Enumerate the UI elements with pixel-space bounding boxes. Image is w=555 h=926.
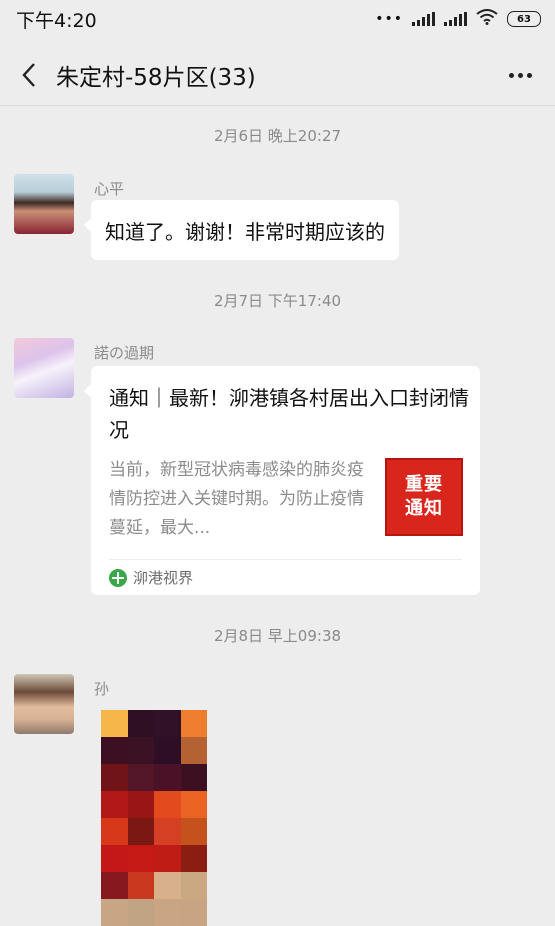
image-pixel (127, 845, 154, 872)
image-pixel (180, 791, 207, 818)
image-pixel (101, 764, 128, 791)
image-pixel (127, 899, 154, 926)
chat-header: 朱定村-58片区(33) (0, 44, 555, 106)
image-pixel (127, 737, 154, 764)
image-pixel (127, 872, 154, 899)
timestamp: 2月8日 早上09:38 (213, 627, 342, 645)
image-pixel (101, 899, 128, 926)
image-pixel (127, 791, 154, 818)
image-pixel (101, 845, 128, 872)
timestamp: 2月7日 下午17:40 (213, 292, 342, 310)
battery-icon: 63 (507, 11, 541, 27)
status-icons: ••• 63 (375, 9, 541, 29)
signal-2-icon (444, 12, 467, 26)
source-logo-icon (109, 568, 127, 587)
image-pixel (101, 818, 128, 845)
more-status-icon: ••• (375, 11, 403, 27)
status-bar: 下午4:20 ••• 63 (0, 0, 555, 38)
image-pixel (154, 764, 181, 791)
avatar[interactable] (14, 674, 74, 734)
timestamp: 2月6日 晚上20:27 (213, 127, 342, 145)
image-pixel (127, 710, 154, 737)
sender-name: 心平 (94, 180, 125, 198)
image-pixel (101, 791, 128, 818)
back-button[interactable] (6, 44, 52, 106)
image-pixel (154, 845, 181, 872)
image-pixel (154, 710, 181, 737)
image-pixel (180, 737, 207, 764)
image-pixel (127, 818, 154, 845)
message-text: 知道了。谢谢！非常时期应该的 (105, 219, 385, 244)
more-options-button[interactable] (503, 58, 537, 92)
image-pixel (154, 791, 181, 818)
image-pixel (180, 845, 207, 872)
message-bubble[interactable]: 知道了。谢谢！非常时期应该的 (84, 200, 399, 260)
image-pixel (154, 899, 181, 926)
image-pixel (101, 872, 128, 899)
image-pixel (154, 818, 181, 845)
source-name: 泖港视界 (133, 569, 194, 587)
article-title: 通知｜最新！泖港镇各村居出入口封闭情况 (109, 386, 469, 442)
thumbnail-text-line1: 重要 (405, 474, 443, 495)
article-description: 当前，新型冠状病毒感染的肺炎疫情防控进入关键时期。为防止疫情蔓延，最大... (109, 460, 364, 538)
article-card[interactable]: 通知｜最新！泖港镇各村居出入口封闭情况 当前，新型冠状病毒感染的肺炎疫情防控进入… (84, 366, 480, 595)
image-pixel (101, 737, 128, 764)
avatar[interactable] (14, 174, 74, 234)
signal-1-icon (412, 12, 435, 26)
image-pixel (127, 764, 154, 791)
chevron-left-icon (22, 62, 35, 87)
image-pixel (101, 710, 128, 737)
image-pixel (154, 872, 181, 899)
sender-name: 孙 (94, 680, 110, 698)
image-pixel (180, 818, 207, 845)
image-pixel (154, 737, 181, 764)
status-time: 下午4:20 (16, 9, 97, 32)
image-pixel (180, 764, 207, 791)
article-source: 泖港视界 (109, 567, 193, 588)
wifi-icon (476, 9, 498, 29)
article-thumbnail: 重要 通知 (385, 458, 463, 536)
image-pixel (180, 872, 207, 899)
sender-name: 諾の過期 (94, 344, 155, 362)
image-message[interactable] (101, 710, 207, 926)
avatar[interactable] (14, 338, 74, 398)
image-pixel (180, 899, 207, 926)
thumbnail-text-line2: 通知 (405, 498, 443, 519)
image-pixel (180, 710, 207, 737)
chat-title: 朱定村-58片区(33) (56, 64, 256, 91)
card-divider (109, 559, 462, 560)
